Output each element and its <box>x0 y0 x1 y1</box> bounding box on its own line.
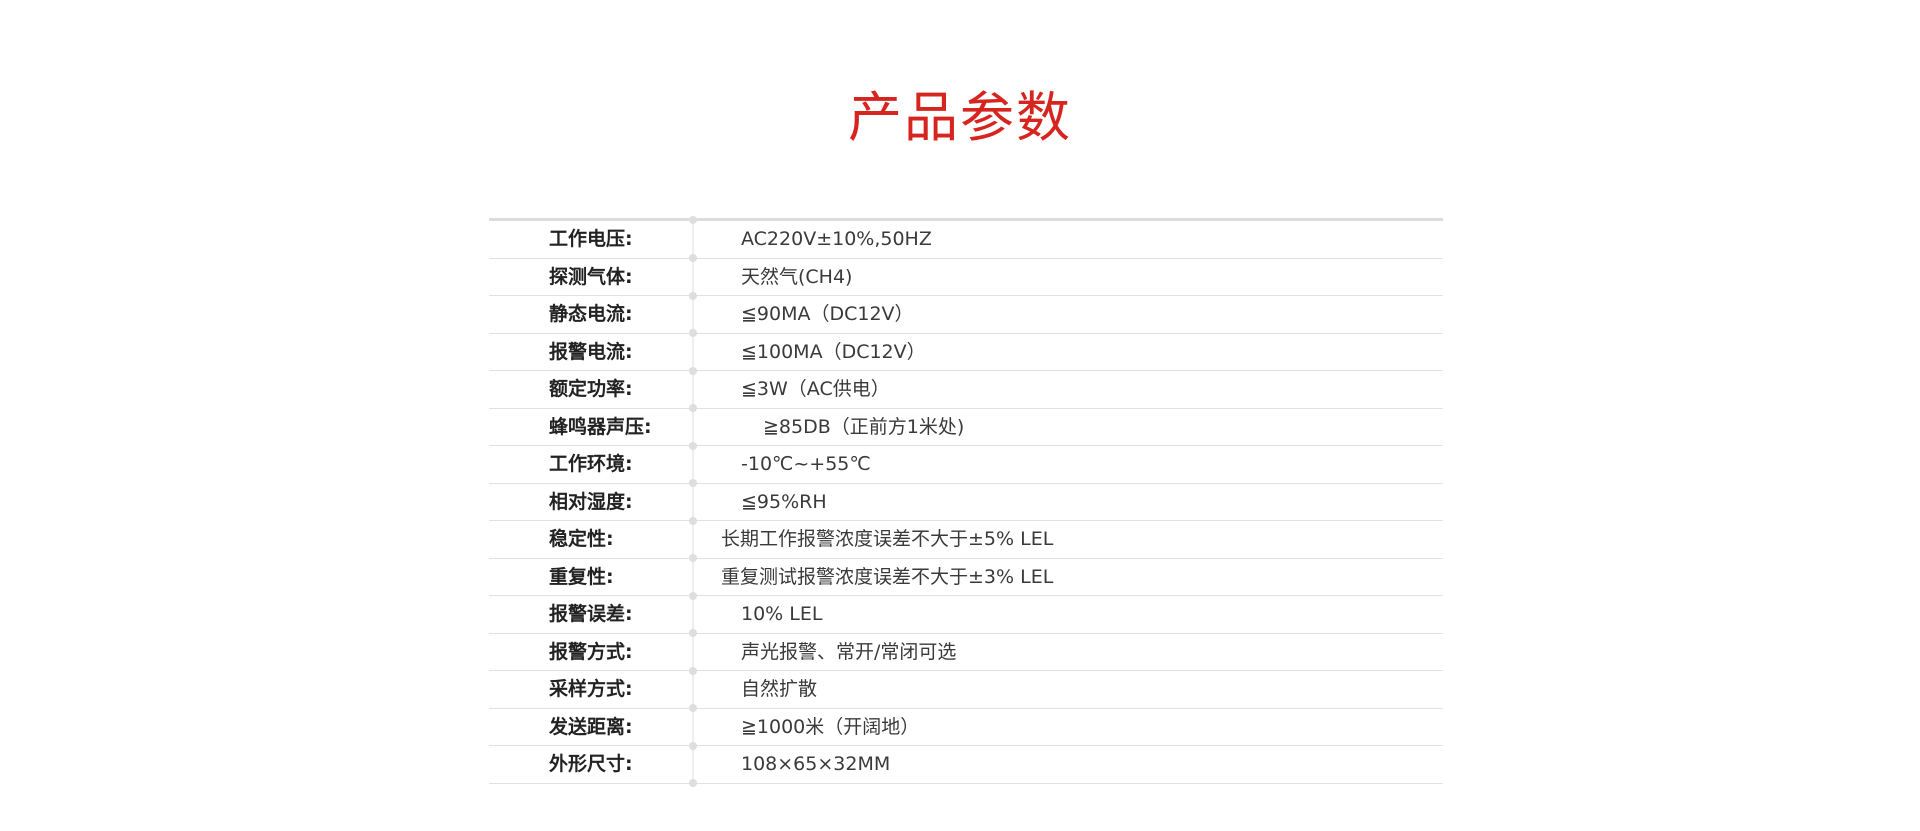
spec-value: ≧85DB（正前方1米处) <box>763 415 965 438</box>
spec-row: 发送距离: ≧1000米（开阔地） <box>489 709 1443 746</box>
spec-label: 报警方式: <box>549 640 633 663</box>
spec-value: -10℃~+55℃ <box>741 453 871 475</box>
spec-label: 探测气体: <box>549 265 633 288</box>
spec-row: 静态电流: ≦90MA（DC12V） <box>489 296 1443 334</box>
divider-dot <box>689 592 697 600</box>
spec-row: 重复性: 重复测试报警浓度误差不大于±3% LEL <box>489 559 1443 596</box>
spec-row: 蜂鸣器声压: ≧85DB（正前方1米处) <box>489 409 1443 446</box>
spec-label: 重复性: <box>549 565 614 588</box>
spec-label: 发送距离: <box>549 715 633 738</box>
spec-row: 相对湿度: ≦95%RH <box>489 484 1443 521</box>
divider-dot <box>689 704 697 712</box>
spec-label: 报警误差: <box>549 603 633 625</box>
spec-row: 稳定性: 长期工作报警浓度误差不大于±5% LEL <box>489 521 1443 559</box>
divider-dot <box>689 554 697 562</box>
spec-row: 工作环境: -10℃~+55℃ <box>489 446 1443 484</box>
spec-label: 外形尺寸: <box>549 753 633 775</box>
divider-dot <box>689 292 697 300</box>
spec-label: 额定功率: <box>549 378 633 400</box>
spec-label: 工作电压: <box>549 228 633 250</box>
spec-label: 蜂鸣器声压: <box>549 415 652 438</box>
divider-dot <box>689 442 697 450</box>
page-title: 产品参数 <box>848 86 1072 149</box>
spec-row: 工作电压: AC220V±10%,50HZ <box>489 221 1443 259</box>
divider-dot <box>689 404 697 412</box>
divider-dot <box>689 742 697 750</box>
spec-value: 10% LEL <box>741 603 823 625</box>
spec-table: 工作电压: AC220V±10%,50HZ 探测气体: 天然气(CH4) 静态电… <box>489 216 1443 787</box>
spec-label: 工作环境: <box>549 453 633 475</box>
divider-dot <box>689 517 697 525</box>
spec-row: 外形尺寸: 108×65×32MM <box>489 746 1443 784</box>
spec-row: 探测气体: 天然气(CH4) <box>489 259 1443 296</box>
spec-label: 采样方式: <box>549 678 633 700</box>
spec-label: 相对湿度: <box>549 490 633 513</box>
spec-row: 额定功率: ≦3W（AC供电） <box>489 371 1443 409</box>
divider-dot <box>689 329 697 337</box>
spec-value: ≦3W（AC供电） <box>741 378 890 400</box>
spec-value: 108×65×32MM <box>741 753 891 775</box>
spec-value: 长期工作报警浓度误差不大于±5% LEL <box>721 528 1054 550</box>
spec-value: 自然扩散 <box>741 678 818 700</box>
divider-dot <box>689 629 697 637</box>
spec-row: 报警误差: 10% LEL <box>489 596 1443 634</box>
divider-dot <box>689 254 697 262</box>
spec-value: AC220V±10%,50HZ <box>741 228 932 250</box>
spec-label: 稳定性: <box>549 528 614 550</box>
spec-value: 重复测试报警浓度误差不大于±3% LEL <box>721 565 1054 588</box>
spec-value: ≦95%RH <box>741 490 827 513</box>
spec-value: 天然气(CH4) <box>741 265 853 288</box>
divider-dot <box>689 216 697 224</box>
divider-dot <box>689 479 697 487</box>
spec-value: ≧1000米（开阔地） <box>741 715 920 738</box>
spec-value: 声光报警、常开/常闭可选 <box>741 640 957 663</box>
spec-value: ≦100MA（DC12V） <box>741 340 926 363</box>
spec-value: ≦90MA（DC12V） <box>741 303 914 325</box>
spec-label: 静态电流: <box>549 303 633 325</box>
divider-dot <box>689 779 697 787</box>
spec-label: 报警电流: <box>549 340 633 363</box>
spec-row: 报警方式: 声光报警、常开/常闭可选 <box>489 634 1443 671</box>
spec-row: 采样方式: 自然扩散 <box>489 671 1443 709</box>
divider-dot <box>689 667 697 675</box>
spec-row: 报警电流: ≦100MA（DC12V） <box>489 334 1443 371</box>
divider-dot <box>689 367 697 375</box>
